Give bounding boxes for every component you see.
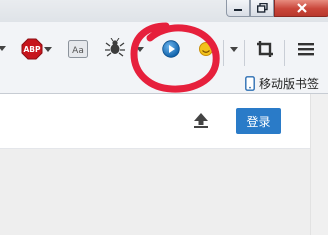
mobile-bookmarks-label: 移动版书签 bbox=[259, 76, 320, 91]
page-header: 登录 bbox=[0, 94, 328, 149]
restore-button[interactable] bbox=[250, 0, 274, 17]
minimize-icon bbox=[234, 9, 242, 11]
phone-icon bbox=[245, 75, 255, 91]
emoji-extension-button[interactable] bbox=[199, 41, 213, 57]
upload-icon bbox=[194, 113, 208, 128]
play-icon bbox=[162, 40, 180, 58]
vertical-scrollbar[interactable] bbox=[310, 94, 328, 235]
emoji-icon bbox=[199, 42, 213, 56]
abp-label: ABP bbox=[23, 45, 41, 54]
browser-toolbar: ABP Aa bbox=[0, 22, 328, 72]
chevron-down-icon[interactable] bbox=[230, 47, 238, 52]
page-body bbox=[0, 149, 310, 235]
maximize-icon bbox=[256, 3, 268, 13]
screenshot-crop-button[interactable] bbox=[256, 40, 274, 58]
title-bar bbox=[0, 0, 328, 22]
adblock-plus-button[interactable]: ABP bbox=[21, 38, 43, 60]
bookmarks-toolbar: 移动版书签 bbox=[0, 72, 328, 94]
close-icon bbox=[297, 3, 307, 13]
toolbar-separator bbox=[223, 40, 224, 66]
reader-label: Aa bbox=[72, 46, 84, 56]
chevron-down-icon[interactable] bbox=[44, 47, 52, 52]
toolbar-separator bbox=[244, 40, 245, 66]
debug-extension-button[interactable] bbox=[104, 38, 126, 58]
reader-icon: Aa bbox=[68, 40, 88, 58]
reader-view-button[interactable]: Aa bbox=[68, 40, 88, 58]
bug-icon bbox=[105, 38, 125, 57]
abp-icon: ABP bbox=[21, 38, 43, 60]
crop-icon bbox=[257, 41, 273, 57]
main-menu-button[interactable] bbox=[297, 41, 315, 57]
chevron-down-icon[interactable] bbox=[136, 47, 144, 52]
upload-button[interactable] bbox=[193, 112, 209, 128]
chevron-down-icon[interactable] bbox=[0, 46, 6, 51]
minimize-button[interactable] bbox=[226, 0, 250, 17]
media-play-button[interactable] bbox=[162, 40, 180, 58]
menu-icon bbox=[298, 43, 314, 56]
login-button[interactable]: 登录 bbox=[236, 108, 281, 134]
mobile-bookmarks-item[interactable]: 移动版书签 bbox=[245, 74, 319, 92]
toolbar-separator bbox=[284, 40, 285, 66]
close-button[interactable] bbox=[274, 0, 328, 17]
